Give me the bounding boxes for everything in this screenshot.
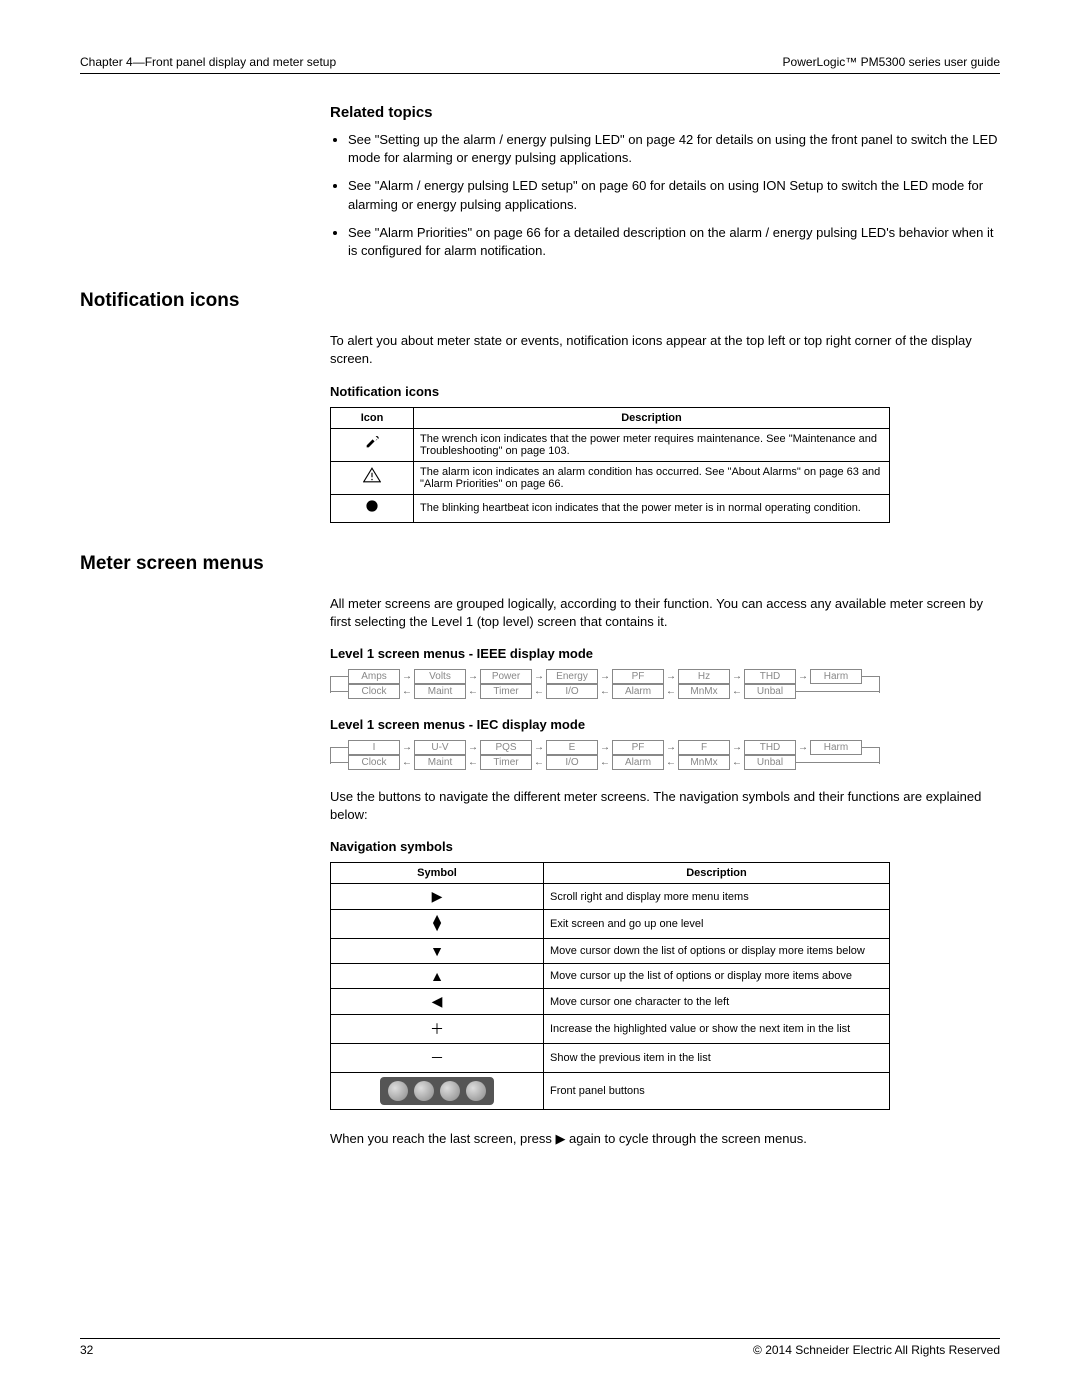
table-row: ＋ Increase the highlighted value or show… xyxy=(331,1015,890,1044)
notification-icons-table: Icon Description The wrench icon indicat… xyxy=(330,407,890,523)
menu-item: I/O xyxy=(546,755,598,770)
navigation-symbols-table: Symbol Description ▶ Scroll right and di… xyxy=(330,862,890,1110)
symbol-description: Scroll right and display more menu items xyxy=(544,884,890,910)
notification-table-caption: Notification icons xyxy=(330,384,1000,399)
col-symbol: Symbol xyxy=(331,863,544,884)
iec-caption: Level 1 screen menus - IEC display mode xyxy=(330,717,1000,732)
wrench-icon xyxy=(331,428,414,461)
ieee-caption: Level 1 screen menus - IEEE display mode xyxy=(330,646,1000,661)
menu-item: MnMx xyxy=(678,755,730,770)
heartbeat-icon xyxy=(331,494,414,522)
menus-outro: When you reach the last screen, press ▶ … xyxy=(330,1130,1000,1148)
symbol-description: Show the previous item in the list xyxy=(544,1044,890,1073)
cursor-up-icon: ▲ xyxy=(331,964,544,989)
iec-menu-flow: I U-V PQS E PF F THD Harm Clock Maint Ti… xyxy=(330,740,1000,770)
menu-item: Amps xyxy=(348,669,400,684)
menu-item: I xyxy=(348,740,400,755)
menu-item: Energy xyxy=(546,669,598,684)
page-header: Chapter 4—Front panel display and meter … xyxy=(80,55,1000,74)
table-row: Front panel buttons xyxy=(331,1073,890,1110)
table-row: The wrench icon indicates that the power… xyxy=(331,428,890,461)
plus-icon: ＋ xyxy=(331,1015,544,1044)
menu-item: Maint xyxy=(414,755,466,770)
menu-item: Volts xyxy=(414,669,466,684)
nav-caption: Navigation symbols xyxy=(330,839,1000,854)
related-topics-list: See "Setting up the alarm / energy pulsi… xyxy=(330,131,1000,260)
list-item: See "Setting up the alarm / energy pulsi… xyxy=(348,131,1000,167)
exit-up-icon: ▲▼ xyxy=(331,910,544,939)
menu-item: PQS xyxy=(480,740,532,755)
menu-item: I/O xyxy=(546,684,598,699)
nav-intro: Use the buttons to navigate the differen… xyxy=(330,788,1000,824)
menu-item: THD xyxy=(744,669,796,684)
related-topics-heading: Related topics xyxy=(330,104,1000,121)
page-number: 32 xyxy=(80,1343,93,1357)
menus-intro: All meter screens are grouped logically,… xyxy=(330,595,1000,631)
meter-screen-menus-heading: Meter screen menus xyxy=(80,553,1000,575)
table-row: ▲▼ Exit screen and go up one level xyxy=(331,910,890,939)
col-description: Description xyxy=(414,407,890,428)
menu-item: PF xyxy=(612,669,664,684)
table-row: The blinking heartbeat icon indicates th… xyxy=(331,494,890,522)
symbol-description: Move cursor down the list of options or … xyxy=(544,939,890,964)
icon-description: The alarm icon indicates an alarm condit… xyxy=(414,461,890,494)
table-row: The alarm icon indicates an alarm condit… xyxy=(331,461,890,494)
icon-description: The wrench icon indicates that the power… xyxy=(414,428,890,461)
symbol-description: Front panel buttons xyxy=(544,1073,890,1110)
table-row: ◀ Move cursor one character to the left xyxy=(331,989,890,1015)
col-description: Description xyxy=(544,863,890,884)
menu-item: E xyxy=(546,740,598,755)
menu-item: Alarm xyxy=(612,755,664,770)
scroll-right-icon: ▶ xyxy=(331,884,544,910)
menu-item: Harm xyxy=(810,740,862,755)
header-right: PowerLogic™ PM5300 series user guide xyxy=(783,55,1000,69)
alarm-icon xyxy=(331,461,414,494)
menu-item: F xyxy=(678,740,730,755)
list-item: See "Alarm / energy pulsing LED setup" o… xyxy=(348,177,1000,213)
symbol-description: Increase the highlighted value or show t… xyxy=(544,1015,890,1044)
menu-item: U-V xyxy=(414,740,466,755)
notification-icons-heading: Notification icons xyxy=(80,290,1000,312)
table-row: ▶ Scroll right and display more menu ite… xyxy=(331,884,890,910)
menu-item: Maint xyxy=(414,684,466,699)
front-panel-buttons-icon xyxy=(331,1073,544,1110)
ieee-menu-flow: Amps Volts Power Energy PF Hz THD Harm C… xyxy=(330,669,1000,699)
menu-item: MnMx xyxy=(678,684,730,699)
menu-item: Clock xyxy=(348,684,400,699)
cursor-left-icon: ◀ xyxy=(331,989,544,1015)
symbol-description: Move cursor one character to the left xyxy=(544,989,890,1015)
menu-item: Clock xyxy=(348,755,400,770)
symbol-description: Exit screen and go up one level xyxy=(544,910,890,939)
header-left: Chapter 4—Front panel display and meter … xyxy=(80,55,336,69)
menu-item: Hz xyxy=(678,669,730,684)
symbol-description: Move cursor up the list of options or di… xyxy=(544,964,890,989)
table-row: ▼ Move cursor down the list of options o… xyxy=(331,939,890,964)
menu-item: Unbal xyxy=(744,755,796,770)
notification-intro: To alert you about meter state or events… xyxy=(330,332,1000,368)
cursor-down-icon: ▼ xyxy=(331,939,544,964)
table-row: ▲ Move cursor up the list of options or … xyxy=(331,964,890,989)
menu-item: Harm xyxy=(810,669,862,684)
col-icon: Icon xyxy=(331,407,414,428)
menu-item: PF xyxy=(612,740,664,755)
menu-item: Power xyxy=(480,669,532,684)
menu-item: Timer xyxy=(480,755,532,770)
table-row: － Show the previous item in the list xyxy=(331,1044,890,1073)
page-footer: 32 © 2014 Schneider Electric All Rights … xyxy=(80,1338,1000,1357)
menu-item: Unbal xyxy=(744,684,796,699)
menu-item: Timer xyxy=(480,684,532,699)
list-item: See "Alarm Priorities" on page 66 for a … xyxy=(348,224,1000,260)
icon-description: The blinking heartbeat icon indicates th… xyxy=(414,494,890,522)
menu-item: Alarm xyxy=(612,684,664,699)
menu-item: THD xyxy=(744,740,796,755)
copyright: © 2014 Schneider Electric All Rights Res… xyxy=(753,1343,1000,1357)
minus-icon: － xyxy=(331,1044,544,1073)
